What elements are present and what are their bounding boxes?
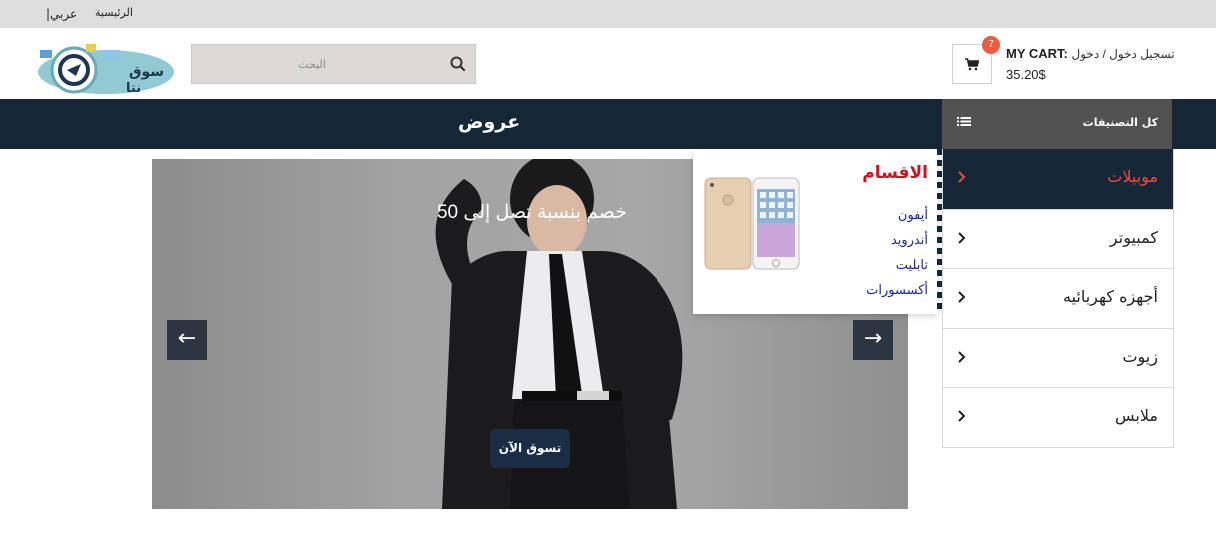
hero-caption: خصم بنسبة تصل إلى 50 — [436, 202, 628, 223]
submenu-link-iphone[interactable]: أيفون — [866, 203, 928, 228]
sidebar-item-electronics[interactable]: أجهزه كهربائيه — [943, 268, 1173, 328]
submenu-link-accessories[interactable]: أكسسورات — [866, 278, 928, 303]
my-cart-label: MY CART: — [1006, 46, 1068, 61]
sidebar-item-mobiles[interactable]: موبيلات — [943, 149, 1173, 209]
shop-now-button[interactable]: تسوق الآن — [490, 429, 570, 468]
search-box — [191, 44, 476, 84]
slider-next-button[interactable]: → — [853, 320, 893, 360]
sidebar-item-computer[interactable]: كمبيوتر — [943, 208, 1173, 269]
category-sidebar: موبيلات كمبيوتر أجهزه كهربائيه زيوت ملاب… — [942, 149, 1174, 448]
svg-text:نتا: نتا — [126, 81, 141, 96]
shopping-cart-icon — [965, 58, 979, 71]
cart-count-badge: 7 — [982, 36, 1000, 54]
all-categories-label: كل التصنيفات — [1082, 116, 1158, 129]
svg-text:سوق: سوق — [129, 64, 164, 80]
sidebar-item-label: زيوت — [1122, 346, 1158, 366]
submenu-links: أيفون أندرويد تابليت أكسسورات — [866, 203, 928, 303]
list-icon — [957, 114, 971, 133]
chevron-right-icon — [957, 168, 967, 187]
submenu-title: الاقسام — [862, 163, 928, 183]
site-logo[interactable]: سوق نتا — [34, 36, 174, 96]
chevron-right-icon — [957, 407, 967, 426]
category-submenu: الاقسام أيفون أندرويد تابليت أكسسورات — [693, 149, 938, 314]
top-bar: |عربي الرئيسية — [0, 0, 1216, 28]
sidebar-item-label: موبيلات — [1107, 167, 1158, 186]
language-switch-link[interactable]: |عربي — [46, 7, 77, 21]
sidebar-item-clothes[interactable]: ملابس — [943, 387, 1173, 447]
sidebar-item-label: كمبيوتر — [1109, 227, 1158, 247]
sidebar-item-label: أجهزه كهربائيه — [1062, 287, 1158, 307]
phones-image — [704, 177, 800, 270]
home-link[interactable]: الرئيسية — [95, 6, 133, 19]
offers-link[interactable]: عروض — [458, 111, 520, 133]
submenu-link-android[interactable]: أندرويد — [866, 228, 928, 253]
login-register-link[interactable]: تسجيل دخول / دخول — [1072, 47, 1175, 61]
sidebar-item-label: ملابس — [1115, 406, 1158, 426]
all-categories-toggle[interactable]: كل التصنيفات — [942, 99, 1172, 149]
chevron-right-icon — [957, 288, 967, 307]
cart-total: 35.20$ — [1006, 67, 1046, 82]
chevron-right-icon — [957, 348, 967, 367]
slider-prev-button[interactable]: ← — [167, 320, 207, 360]
submenu-link-tablet[interactable]: تابليت — [866, 253, 928, 278]
cart-label: MY CART: تسجيل دخول / دخول — [1006, 46, 1175, 61]
chevron-right-icon — [957, 229, 967, 248]
search-input[interactable] — [192, 45, 432, 83]
sidebar-item-oils[interactable]: زيوت — [943, 327, 1173, 388]
search-icon[interactable] — [449, 55, 467, 73]
logo-image: سوق نتا — [38, 44, 174, 96]
